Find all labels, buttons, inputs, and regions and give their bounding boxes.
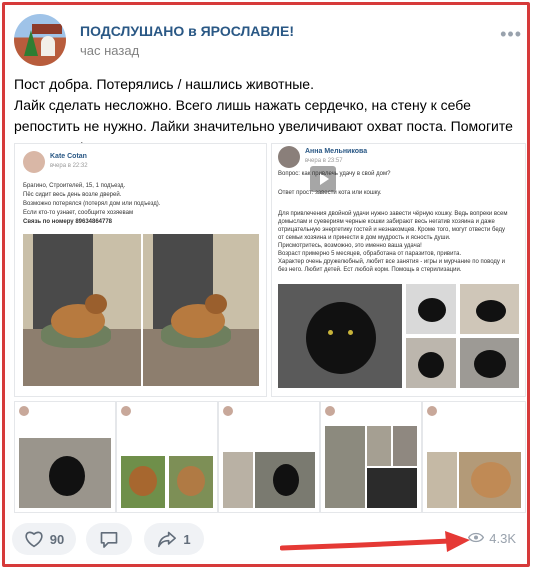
- post-card: ПОДСЛУШАНО в ЯРОСЛАВЛЕ! час назад ••• По…: [0, 0, 536, 573]
- red-frame-annotation: [2, 2, 530, 567]
